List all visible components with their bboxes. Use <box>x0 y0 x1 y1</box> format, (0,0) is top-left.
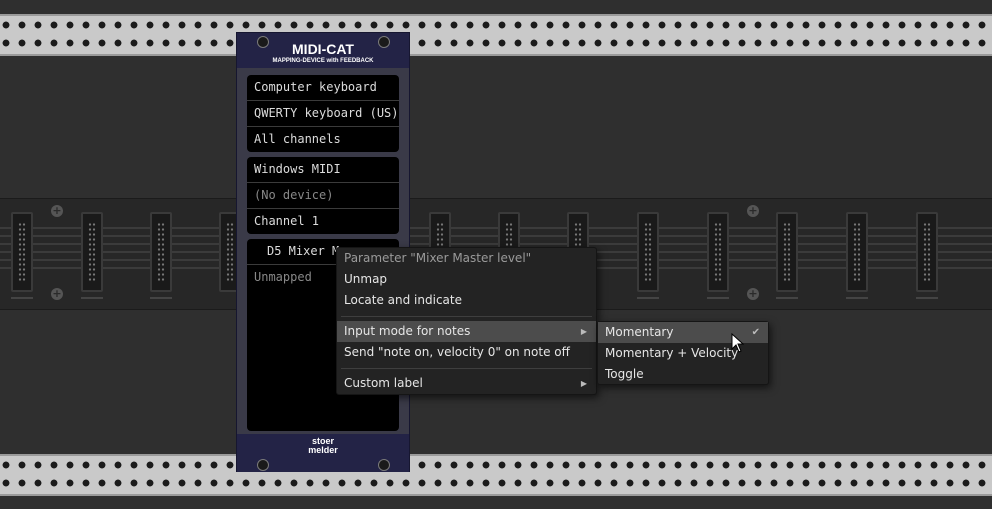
output-driver[interactable]: Windows MIDI <box>247 157 399 183</box>
output-device-display[interactable]: Windows MIDI (No device) Channel 1 <box>247 157 399 234</box>
bottom-rail <box>0 454 992 496</box>
submenu-item-toggle[interactable]: Toggle <box>598 364 768 385</box>
slot-underline <box>81 297 103 299</box>
brand-line-2: melder <box>308 445 338 455</box>
slot-underline <box>916 297 938 299</box>
header-slot <box>846 212 868 292</box>
menu-separator <box>341 316 592 317</box>
header-slot <box>150 212 172 292</box>
plus-icon[interactable]: + <box>51 205 63 217</box>
input-mode-submenu[interactable]: Momentary ✔ Momentary + Velocity Toggle <box>597 321 769 385</box>
input-device-display[interactable]: Computer keyboard QWERTY keyboard (US) A… <box>247 75 399 152</box>
slot-underline <box>707 297 729 299</box>
context-menu[interactable]: Parameter "Mixer Master level" Unmap Loc… <box>336 247 597 395</box>
menu-item-unmap[interactable]: Unmap <box>337 269 596 290</box>
menu-item-custom-label[interactable]: Custom label ▶ <box>337 373 596 394</box>
menu-separator <box>341 368 592 369</box>
input-channel[interactable]: All channels <box>247 127 399 152</box>
slot-underline <box>846 297 868 299</box>
screw-icon <box>378 459 390 471</box>
chevron-right-icon: ▶ <box>580 327 587 336</box>
slot-underline <box>637 297 659 299</box>
slot-underline <box>776 297 798 299</box>
menu-item-input-mode[interactable]: Input mode for notes ▶ <box>337 321 596 342</box>
mouse-cursor-icon <box>731 333 745 353</box>
header-slot <box>707 212 729 292</box>
menu-header: Parameter "Mixer Master level" <box>344 251 532 265</box>
header-slot <box>11 212 33 292</box>
brand-logo: stoer melder <box>237 437 409 455</box>
plus-icon[interactable]: + <box>747 288 759 300</box>
menu-item-locate[interactable]: Locate and indicate <box>337 290 596 311</box>
screw-icon <box>257 459 269 471</box>
plus-icon[interactable]: + <box>747 205 759 217</box>
menu-item-send-note-off[interactable]: Send "note on, velocity 0" on note off <box>337 342 596 363</box>
header-slot <box>916 212 938 292</box>
input-driver[interactable]: Computer keyboard <box>247 75 399 101</box>
header-slot <box>776 212 798 292</box>
plus-icon[interactable]: + <box>51 288 63 300</box>
top-rail <box>0 14 992 56</box>
module-subtitle: MAPPING-DEVICE with FEEDBACK <box>272 58 374 64</box>
slot-underline <box>11 297 33 299</box>
checkmark-icon: ✔ <box>751 327 760 338</box>
slot-underline <box>150 297 172 299</box>
header-slot <box>637 212 659 292</box>
menu-item-label: Input mode for notes <box>344 324 471 338</box>
output-channel[interactable]: Channel 1 <box>247 209 399 234</box>
menu-item-label: Custom label <box>344 376 423 390</box>
module-title: MIDI-CAT <box>292 41 354 57</box>
output-device[interactable]: (No device) <box>247 183 399 209</box>
submenu-item-label: Momentary <box>605 325 674 339</box>
header-slot <box>81 212 103 292</box>
input-device[interactable]: QWERTY keyboard (US) <box>247 101 399 127</box>
chevron-right-icon: ▶ <box>580 379 587 388</box>
